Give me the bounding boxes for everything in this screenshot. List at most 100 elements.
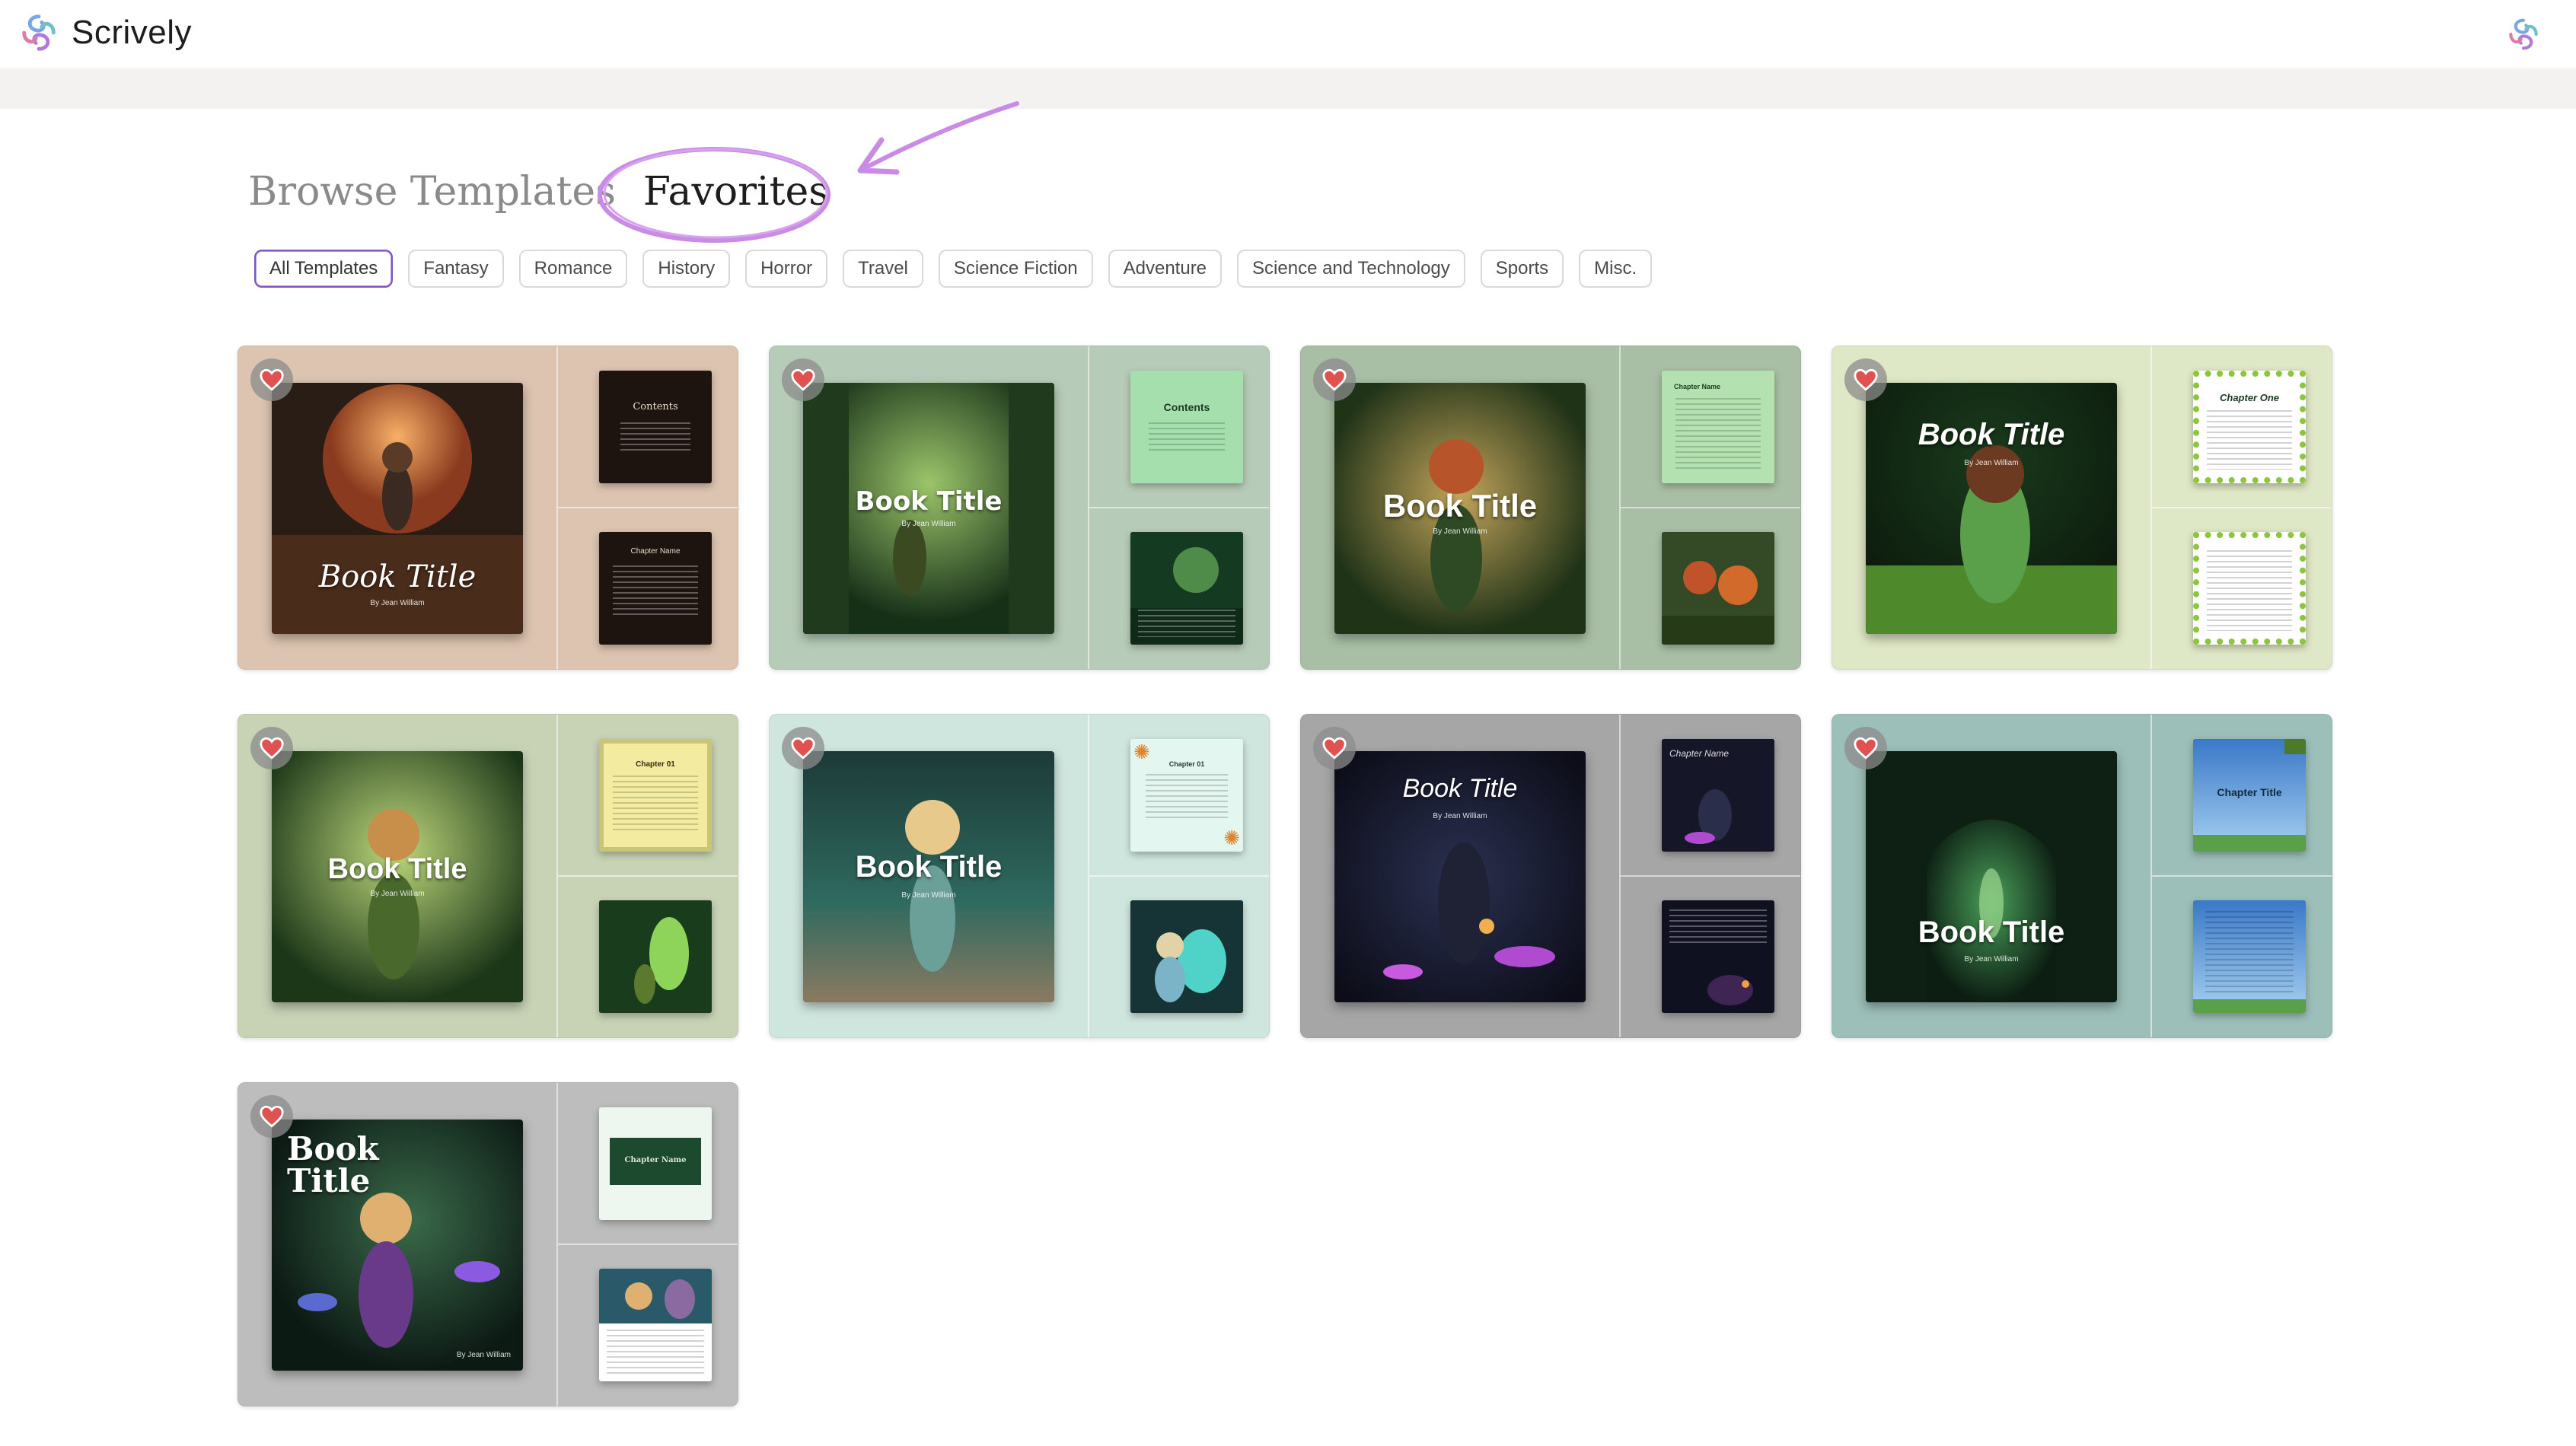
favorite-button[interactable] bbox=[250, 1095, 293, 1138]
template-card[interactable]: Book Title By Jean William Chapter Title bbox=[1832, 714, 2332, 1038]
cover-author: By Jean William bbox=[1964, 955, 2019, 963]
template-card[interactable]: Book Title By Jean William Chapter Name bbox=[238, 1082, 738, 1406]
page-preview bbox=[2193, 900, 2306, 1013]
template-card[interactable]: Book Title By Jean William Contents bbox=[769, 346, 1270, 670]
chip-horror[interactable]: Horror bbox=[745, 250, 828, 288]
chip-romance[interactable]: Romance bbox=[518, 250, 628, 288]
page-title-text: Contents bbox=[633, 401, 678, 412]
template-card[interactable]: Book Title By Jean William Chapter Name bbox=[1300, 714, 1801, 1038]
template-card[interactable]: Book Title By Jean William Chapter 01 ✺ … bbox=[769, 714, 1270, 1038]
page-preview bbox=[599, 1269, 712, 1381]
favorite-button[interactable] bbox=[1844, 727, 1887, 769]
book-cover: Book Title By Jean William bbox=[272, 1120, 523, 1371]
heart-icon bbox=[791, 368, 815, 391]
cover-title: Book Title bbox=[318, 559, 477, 594]
page-title-text: Chapter Name bbox=[1674, 383, 1721, 390]
cover-author: By Jean William bbox=[370, 890, 425, 898]
scrively-logo-icon bbox=[22, 14, 56, 51]
page-preview: Chapter One bbox=[2193, 371, 2306, 483]
page-title-text: Contents bbox=[1163, 401, 1210, 413]
heart-icon bbox=[1854, 368, 1878, 391]
page-preview bbox=[1130, 532, 1243, 645]
chip-science-and-technology[interactable]: Science and Technology bbox=[1237, 250, 1465, 288]
cover-author: By Jean William bbox=[370, 599, 425, 607]
cover-author: By Jean William bbox=[901, 520, 956, 528]
heart-icon bbox=[260, 737, 284, 760]
favorite-button[interactable] bbox=[782, 358, 824, 401]
chip-all-templates[interactable]: All Templates bbox=[254, 250, 394, 288]
page-title-text: Chapter Name bbox=[1669, 748, 1730, 759]
template-card[interactable]: Book Title By Jean William Chapter Name bbox=[1300, 346, 1801, 670]
chip-history[interactable]: History bbox=[642, 250, 731, 288]
heart-icon bbox=[1854, 737, 1878, 760]
cover-title: Book Title bbox=[1918, 916, 2065, 949]
page-preview bbox=[1662, 532, 1774, 645]
page-preview: Chapter Name bbox=[599, 1107, 712, 1220]
cover-title: Book Title bbox=[287, 1130, 379, 1199]
pointer-arrow-icon bbox=[857, 101, 1019, 175]
page-preview bbox=[1662, 900, 1774, 1013]
page-preview: Chapter Name bbox=[1662, 739, 1774, 852]
cover-title: Book Title bbox=[1918, 418, 2065, 451]
book-cover: Book Title By Jean William bbox=[803, 383, 1054, 634]
chip-science-fiction[interactable]: Science Fiction bbox=[938, 250, 1093, 288]
favorite-button[interactable] bbox=[250, 727, 293, 769]
favorite-button[interactable] bbox=[250, 358, 293, 401]
profile-icon[interactable] bbox=[2504, 15, 2543, 53]
chip-adventure[interactable]: Adventure bbox=[1108, 250, 1223, 288]
app-name: Scrively bbox=[72, 14, 193, 51]
page-title-text: Chapter Title bbox=[2217, 786, 2282, 798]
heart-icon bbox=[260, 368, 284, 391]
favorites-highlight-circle bbox=[598, 147, 831, 243]
page-preview: Contents bbox=[599, 371, 712, 483]
header-band bbox=[0, 69, 2576, 109]
page-title-text: Chapter One bbox=[2219, 392, 2279, 403]
page-preview bbox=[1130, 900, 1243, 1013]
page-preview bbox=[599, 900, 712, 1013]
cover-title: Book Title bbox=[855, 486, 1003, 517]
cover-title: Book Title bbox=[1402, 774, 1518, 803]
favorite-button[interactable] bbox=[1313, 727, 1356, 769]
cover-author: By Jean William bbox=[1433, 812, 1487, 820]
book-cover: Book Title By Jean William bbox=[1334, 383, 1586, 634]
favorite-button[interactable] bbox=[1313, 358, 1356, 401]
chip-sports[interactable]: Sports bbox=[1480, 250, 1564, 288]
cover-author: By Jean William bbox=[901, 891, 956, 900]
chip-travel[interactable]: Travel bbox=[843, 250, 923, 288]
sun-decoration-icon: ✺ bbox=[1223, 827, 1240, 849]
book-cover: Book Title By Jean William bbox=[272, 383, 523, 634]
template-card[interactable]: Book Title By Jean William Contents Chap… bbox=[238, 346, 738, 670]
favorite-button[interactable] bbox=[782, 727, 824, 769]
favorite-button[interactable] bbox=[1844, 358, 1887, 401]
page-title-text: Chapter 01 bbox=[636, 760, 675, 769]
book-cover: Book Title By Jean William bbox=[1866, 751, 2117, 1002]
top-bar: Scrively bbox=[0, 0, 2576, 68]
app-logo[interactable]: Scrively bbox=[17, 11, 192, 55]
book-cover: Book Title By Jean William bbox=[803, 751, 1054, 1002]
page-preview: Chapter Title bbox=[2193, 739, 2306, 852]
book-cover: Book Title By Jean William bbox=[1866, 383, 2117, 634]
page-preview: Chapter Name bbox=[599, 532, 712, 645]
book-cover: Book Title By Jean William bbox=[272, 751, 523, 1002]
heart-icon bbox=[791, 737, 815, 760]
template-card[interactable]: Book Title By Jean William Chapter One bbox=[1832, 346, 2332, 670]
cover-title: Book Title bbox=[855, 850, 1003, 884]
page-preview: Chapter 01 ✺ ✺ bbox=[1130, 739, 1243, 852]
page-title-text: Chapter Name bbox=[630, 547, 681, 556]
tab-browse-templates[interactable]: Browse Templates bbox=[248, 169, 616, 215]
template-card[interactable]: Book Title By Jean William Chapter 01 bbox=[238, 714, 738, 1038]
cover-title: Book Title bbox=[327, 853, 467, 885]
heart-icon bbox=[1322, 368, 1347, 391]
page-preview: Chapter 01 bbox=[599, 739, 712, 852]
page-preview: Contents bbox=[1130, 371, 1243, 483]
page-preview: Chapter Name bbox=[1662, 371, 1774, 483]
heart-icon bbox=[260, 1105, 284, 1128]
chip-fantasy[interactable]: Fantasy bbox=[408, 250, 504, 288]
cover-title: Book Title bbox=[1382, 488, 1538, 524]
page-preview bbox=[2193, 532, 2306, 645]
page-title-text: Chapter Name bbox=[624, 1156, 687, 1164]
cover-author: By Jean William bbox=[456, 1351, 511, 1359]
cover-author: By Jean William bbox=[1433, 527, 1487, 536]
sun-decoration-icon: ✺ bbox=[1133, 741, 1150, 763]
chip-misc[interactable]: Misc. bbox=[1579, 250, 1653, 288]
